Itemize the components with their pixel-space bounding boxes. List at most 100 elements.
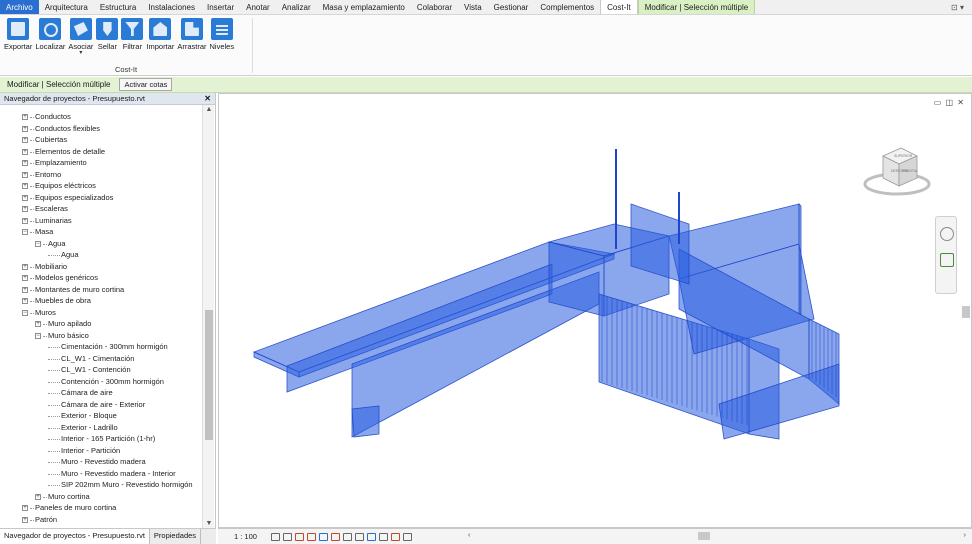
expand-icon[interactable]: + [22,183,28,189]
tree-node[interactable]: + Cubiertas [0,134,202,146]
expand-icon[interactable]: + [35,493,41,500]
temporary-hide-icon[interactable] [366,532,376,541]
browser-tab-2[interactable]: Propiedades [150,529,202,544]
tree-node[interactable]: + Equipos especializados [0,192,202,204]
right-post[interactable] [798,203,802,315]
left-wall-end[interactable] [351,405,380,438]
scroll-left-icon[interactable]: ‹ [468,532,470,539]
expand-icon[interactable]: + [22,505,28,511]
ribbon-tool-5[interactable]: Filtrar [121,18,144,56]
tree-node[interactable]: Muro - Revestido madera - Interior [0,468,202,480]
tree-node[interactable]: Agua [0,249,202,261]
scroll-up-icon[interactable]: ▲ [203,106,215,113]
tree-node[interactable]: + Montantes de muro cortina [0,284,202,296]
collapse-icon[interactable]: − [22,229,28,235]
menu-tab-9[interactable]: Colaborar [411,0,458,14]
tree-node[interactable]: − Agua [0,238,202,250]
chevron-down-icon[interactable]: ▾ [79,50,82,56]
ribbon-tool-2[interactable]: Localizar [35,18,65,56]
tree-node[interactable]: Exterior - Ladrillo [0,422,202,434]
render-icon[interactable] [318,532,328,541]
expand-icon[interactable]: + [22,148,28,155]
view-scale[interactable]: 1 : 100 [218,532,271,541]
horizontal-scroll-thumb[interactable] [698,532,710,540]
tree-node[interactable]: Interior - 165 Partición (1-hr) [0,433,202,445]
activate-dimensions-button[interactable]: Activar cotas [119,78,173,91]
menu-tab-3[interactable]: Estructura [94,0,142,14]
tree-node[interactable]: + Muro cortina [0,491,202,503]
collapse-icon[interactable]: − [35,240,41,247]
tree-node[interactable]: Cámara de aire - Exterior [0,399,202,411]
expand-icon[interactable]: + [22,217,28,224]
highlight-displacement-icon[interactable] [402,532,412,541]
ribbon-tool-3[interactable]: Asociar ▾ [68,18,93,56]
expand-icon[interactable]: + [35,321,41,327]
tree-node[interactable]: − Masa [0,226,202,238]
menu-tab-11[interactable]: Gestionar [488,0,535,14]
tree-node[interactable]: + Emplazamiento [0,157,202,169]
ribbon-tool-7[interactable]: Arrastrar [177,18,207,56]
tree-node[interactable]: Cámara de aire [0,387,202,399]
scroll-down-icon[interactable]: ▼ [203,520,215,527]
expand-icon[interactable]: + [22,171,28,178]
tree-node[interactable]: CL_W1 - Cimentación [0,353,202,365]
tree-node[interactable]: +Pilares [0,525,202,526]
building-model[interactable] [219,94,959,528]
expand-icon[interactable]: + [22,286,28,293]
tree-node[interactable]: Muro - Revestido madera [0,456,202,468]
menu-tab-8[interactable]: Masa y emplazamiento [317,0,411,14]
tree-node[interactable]: + Modelos genéricos [0,272,202,284]
ribbon-toggle-icon[interactable]: ⊡ ▾ [943,0,972,14]
menu-tab-10[interactable]: Vista [458,0,488,14]
analytical-model-icon[interactable] [390,532,400,541]
reveal-hidden-icon[interactable] [378,532,388,541]
menu-tab-5[interactable]: Insertar [201,0,240,14]
ribbon-tool-6[interactable]: Importar [146,18,174,56]
shadows-icon[interactable] [306,532,316,541]
tree-node[interactable]: + Muebles de obra [0,295,202,307]
tree-node[interactable]: SIP 202mm Muro - Revestido hormigón [0,479,202,491]
unlock-3d-icon[interactable] [354,532,364,541]
menu-tab-2[interactable]: Arquitectura [39,0,94,14]
tree-node[interactable]: + Elementos de detalle [0,146,202,158]
tree-node[interactable]: + Patrón [0,514,202,526]
close-icon[interactable]: ✕ [204,94,211,103]
tree-node[interactable]: + Entorno [0,169,202,181]
zoom-region-icon[interactable] [940,253,954,267]
detail-level-icon[interactable] [270,532,280,541]
menu-tab-7[interactable]: Analizar [276,0,317,14]
expand-icon[interactable]: + [22,298,28,304]
browser-scrollbar[interactable]: ▲ ▼ [202,105,214,528]
tree-node[interactable]: Contención - 300mm hormigón [0,376,202,388]
3d-viewport[interactable]: ▭ ◫ ✕ DERECHA FRONTAL SUPERIOR [218,93,972,528]
tree-node[interactable]: − Muros [0,307,202,319]
sun-path-icon[interactable] [294,532,304,541]
tree-node[interactable]: + Paneles de muro cortina [0,502,202,514]
steering-wheel-icon[interactable] [940,227,954,241]
tree-node[interactable]: CL_W1 - Contención [0,364,202,376]
tree-node[interactable]: + Conductos [0,111,202,123]
tree-node[interactable]: + Conductos flexibles [0,123,202,135]
tree-node[interactable]: + Escaleras [0,203,202,215]
expand-icon[interactable]: + [22,516,28,523]
tree-node[interactable]: − Muro básico [0,330,202,342]
ribbon-tool-4[interactable]: Sellar [96,18,119,56]
viewport-horizontal-scrollbar[interactable]: ‹ › [468,532,966,541]
ribbon-tool-1[interactable]: Exportar [4,18,32,56]
collapse-icon[interactable]: − [22,309,28,316]
scroll-right-icon[interactable]: › [964,532,966,539]
expand-icon[interactable]: + [22,114,28,120]
menu-tab-12[interactable]: Complementos [534,0,600,14]
browser-tab-1[interactable]: Navegador de proyectos - Presupuesto.rvt [0,529,150,544]
menu-tab-4[interactable]: Instalaciones [142,0,201,14]
expand-icon[interactable]: + [22,194,28,201]
ribbon-tool-8[interactable]: Niveles [210,18,234,56]
expand-icon[interactable]: + [22,125,28,132]
tree-node[interactable]: + Luminarias [0,215,202,227]
expand-icon[interactable]: + [22,206,28,212]
browser-scroll-thumb[interactable] [205,310,213,440]
menu-tab-1[interactable]: Archivo [0,0,39,14]
tree-node[interactable]: + Equipos eléctricos [0,180,202,192]
show-crop-icon[interactable] [342,532,352,541]
viewport-scrollbar[interactable] [961,94,971,527]
